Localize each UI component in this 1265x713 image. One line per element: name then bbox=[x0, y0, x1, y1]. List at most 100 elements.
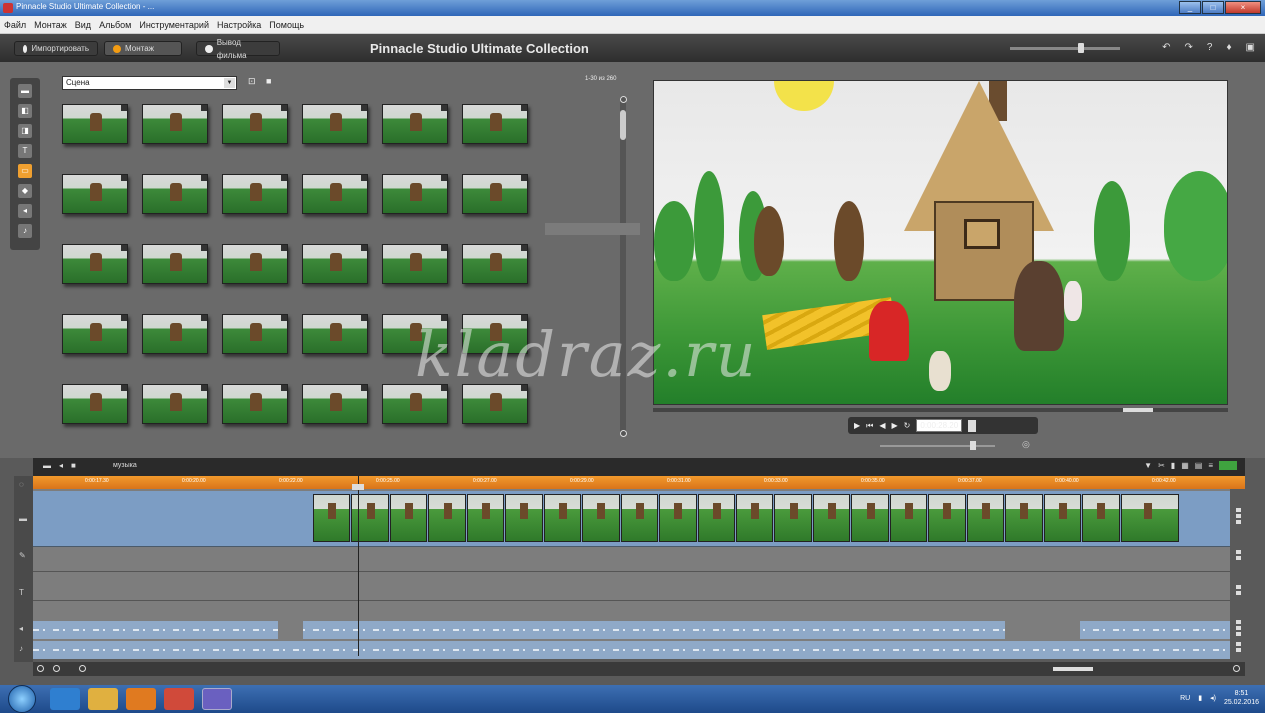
menu-album[interactable]: Альбом bbox=[99, 20, 131, 30]
preview-scrubber[interactable] bbox=[653, 408, 1228, 412]
storyboard-view-icon[interactable]: ▦ bbox=[1181, 461, 1189, 470]
video-clip[interactable] bbox=[851, 494, 889, 542]
video-clip[interactable] bbox=[774, 494, 812, 542]
text-view-icon[interactable]: ≡ bbox=[1208, 461, 1213, 470]
album-thumbnail[interactable] bbox=[302, 174, 368, 214]
video-clip[interactable] bbox=[428, 494, 466, 542]
album-thumbnail[interactable] bbox=[462, 174, 528, 214]
album-thumbnail[interactable] bbox=[142, 314, 208, 354]
menu-view[interactable]: Вид bbox=[75, 20, 91, 30]
track-controls[interactable] bbox=[1233, 508, 1243, 526]
album-thumbnail[interactable] bbox=[62, 384, 128, 424]
album-thumbnail[interactable] bbox=[382, 104, 448, 144]
video-clip[interactable] bbox=[582, 494, 620, 542]
open-folder-icon[interactable]: ⊡ bbox=[248, 76, 256, 87]
menu-settings[interactable]: Настройка bbox=[217, 20, 261, 30]
video-clip[interactable] bbox=[1120, 494, 1179, 542]
scroll-up-dot[interactable] bbox=[620, 96, 627, 103]
video-clip[interactable] bbox=[1005, 494, 1043, 542]
go-to-start-icon[interactable]: ⏮ bbox=[866, 421, 873, 431]
help-icon[interactable]: ? bbox=[1207, 42, 1213, 53]
menu-edit[interactable]: Монтаж bbox=[34, 20, 67, 30]
tab-import[interactable]: Импортировать bbox=[14, 41, 98, 56]
timeline-view-icon[interactable]: ▤ bbox=[1195, 461, 1203, 470]
music-icon[interactable]: ♪ bbox=[18, 224, 32, 238]
album-thumbnail[interactable] bbox=[222, 384, 288, 424]
video-clip[interactable] bbox=[659, 494, 697, 542]
album-thumbnail[interactable] bbox=[62, 314, 128, 354]
clock[interactable]: 8:51 25.02.2016 bbox=[1224, 689, 1259, 707]
network-icon[interactable]: ▮ bbox=[1198, 694, 1202, 702]
scrubber-handle[interactable] bbox=[1123, 408, 1153, 412]
album-thumbnail[interactable] bbox=[302, 244, 368, 284]
video-track[interactable] bbox=[33, 491, 1230, 547]
video-clip[interactable] bbox=[1082, 494, 1120, 542]
playhead-handle[interactable] bbox=[352, 484, 364, 490]
tab-edit[interactable]: Монтаж bbox=[104, 41, 182, 56]
album-thumbnail[interactable] bbox=[382, 174, 448, 214]
folder-icon[interactable]: ■ bbox=[266, 76, 271, 86]
explorer-icon[interactable] bbox=[88, 688, 118, 710]
album-thumbnail[interactable] bbox=[222, 104, 288, 144]
menu-help[interactable]: Помощь bbox=[269, 20, 304, 30]
album-thumbnail[interactable] bbox=[62, 244, 128, 284]
track-controls[interactable] bbox=[1233, 642, 1243, 660]
album-thumbnail[interactable] bbox=[222, 174, 288, 214]
trash-icon[interactable]: ▮ bbox=[1171, 461, 1175, 470]
volume-icon[interactable]: ◂) bbox=[1210, 694, 1216, 702]
menu-icon[interactable]: ▭ bbox=[18, 164, 32, 178]
title-track-icon[interactable]: T bbox=[19, 588, 24, 597]
fullscreen-icon[interactable]: ▣ bbox=[1246, 42, 1255, 53]
album-thumbnail[interactable] bbox=[382, 244, 448, 284]
video-clip[interactable] bbox=[620, 494, 659, 542]
zoom-in-icon[interactable] bbox=[53, 665, 60, 672]
play-icon[interactable]: ▶ bbox=[854, 421, 860, 430]
zoom-slider-handle[interactable] bbox=[1078, 43, 1084, 53]
menu-file[interactable]: Файл bbox=[4, 20, 26, 30]
track-controls[interactable] bbox=[1233, 585, 1243, 603]
sound-icon[interactable]: ◂ bbox=[18, 204, 32, 218]
title-icon[interactable]: T bbox=[18, 144, 32, 158]
album-thumbnail[interactable] bbox=[142, 104, 208, 144]
timeline-scrollbar[interactable] bbox=[33, 662, 1245, 676]
scroll-down-dot[interactable] bbox=[620, 430, 627, 437]
timeline-ruler[interactable]: 0:00:17.30 0:00:20.00 0:00:22.00 0:00:25.00… bbox=[33, 476, 1245, 489]
album-thumbnail[interactable] bbox=[62, 174, 128, 214]
photo-icon[interactable]: ◧ bbox=[18, 104, 32, 118]
lock-icon[interactable]: ◌ bbox=[19, 480, 24, 489]
music-track-icon[interactable]: ♪ bbox=[19, 644, 23, 653]
pen-icon[interactable]: ✎ bbox=[19, 551, 26, 560]
video-clip[interactable] bbox=[889, 494, 928, 542]
video-clip[interactable] bbox=[966, 494, 1005, 542]
speaker-icon[interactable]: ◂ bbox=[59, 461, 63, 470]
video-clip[interactable] bbox=[697, 494, 735, 542]
video-clip[interactable] bbox=[389, 494, 428, 542]
zoom-out-icon[interactable] bbox=[37, 665, 44, 672]
pinnacle-taskbar-icon[interactable] bbox=[202, 688, 232, 710]
video-clip[interactable] bbox=[505, 494, 543, 542]
timecode-spinner[interactable] bbox=[968, 419, 977, 432]
step-back-icon[interactable]: ◀ bbox=[879, 421, 885, 430]
scroll-end-icon[interactable] bbox=[1233, 665, 1240, 672]
volume-slider-track[interactable] bbox=[880, 445, 995, 447]
video-icon[interactable]: ▬ bbox=[43, 461, 51, 470]
album-thumbnail[interactable] bbox=[462, 104, 528, 144]
video-track-icon[interactable]: ▬ bbox=[19, 514, 27, 523]
tab-make-movie[interactable]: Вывод фильма bbox=[196, 38, 280, 60]
scroll-start-icon[interactable] bbox=[79, 665, 86, 672]
vlc-icon[interactable] bbox=[164, 688, 194, 710]
video-clip[interactable] bbox=[313, 494, 351, 542]
volume-slider-handle[interactable] bbox=[970, 441, 976, 450]
marker-icon[interactable]: ▼ bbox=[1144, 461, 1152, 470]
folder-icon[interactable]: ■ bbox=[71, 461, 76, 470]
album-thumbnail[interactable] bbox=[62, 104, 128, 144]
video-clip[interactable] bbox=[1043, 494, 1082, 542]
album-thumbnail[interactable] bbox=[302, 314, 368, 354]
maximize-button[interactable]: □ bbox=[1202, 1, 1224, 14]
ie-icon[interactable] bbox=[50, 688, 80, 710]
sound-track-icon[interactable]: ◂ bbox=[19, 624, 23, 633]
minimize-button[interactable]: _ bbox=[1179, 1, 1201, 14]
video-clip[interactable] bbox=[466, 494, 505, 542]
track-controls[interactable] bbox=[1233, 550, 1243, 568]
sound-track[interactable] bbox=[33, 621, 1230, 639]
